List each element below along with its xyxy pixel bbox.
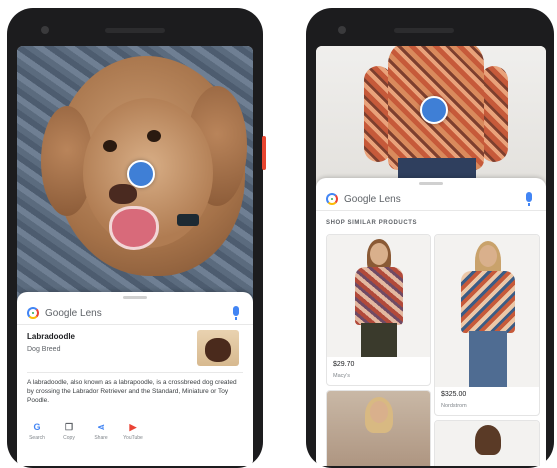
lens-header: Google Lens: [27, 304, 102, 322]
lens-screen-left: Google Lens Labradoodle Dog Breed A labr…: [17, 46, 253, 466]
camera-viewfinder-blouse[interactable]: [316, 46, 546, 186]
result-title[interactable]: Labradoodle: [27, 332, 75, 341]
phone-right: Google Lens SHOP SIMILAR PRODUCTS $29.70…: [306, 8, 554, 468]
lens-detection-dot[interactable]: [420, 96, 448, 124]
front-camera-icon: [41, 26, 49, 34]
google-lens-logo-icon: [326, 193, 338, 205]
action-share[interactable]: ⋖ Share: [91, 421, 111, 442]
action-label: YouTube: [123, 435, 143, 441]
thumbnail-dog-image: [205, 338, 231, 362]
action-copy[interactable]: ❐ Copy: [59, 421, 79, 442]
header-divider: [316, 210, 546, 211]
front-camera-icon: [338, 26, 346, 34]
product-card[interactable]: $325.00 Nordstrom: [434, 234, 540, 416]
model-head: [370, 401, 388, 423]
model-hair: [475, 425, 501, 455]
shop-similar-heading: SHOP SIMILAR PRODUCTS: [326, 220, 418, 226]
product-price: $325.00: [441, 391, 467, 398]
lens-app-title: Google Lens: [344, 193, 401, 205]
action-label: Search: [29, 435, 45, 441]
dog-nose: [109, 184, 137, 204]
shopping-bottom-sheet[interactable]: Google Lens SHOP SIMILAR PRODUCTS $29.70…: [316, 178, 546, 466]
product-card[interactable]: [434, 420, 540, 466]
lens-screen-right: Google Lens SHOP SIMILAR PRODUCTS $29.70…: [316, 46, 546, 466]
model-jeans: [469, 331, 507, 387]
model-blouse: [461, 271, 515, 333]
dog-eye-left: [103, 140, 117, 152]
lens-header: Google Lens: [326, 190, 401, 208]
lens-app-title: Google Lens: [45, 307, 102, 319]
google-lens-logo-icon: [27, 307, 39, 319]
action-search[interactable]: G Search: [27, 422, 47, 441]
earpiece-speaker: [105, 28, 165, 33]
result-thumbnail[interactable]: [197, 330, 239, 366]
action-label: Share: [94, 435, 108, 441]
result-subtitle: Dog Breed: [27, 346, 61, 353]
action-row: G Search ❐ Copy ⋖ Share ▶ YouTube: [27, 421, 143, 442]
product-image: [327, 235, 430, 357]
model-head: [370, 243, 388, 265]
product-image: [327, 391, 430, 466]
google-g-icon: G: [33, 422, 41, 432]
product-card[interactable]: [326, 390, 431, 466]
action-label: Copy: [63, 435, 75, 441]
dog-collar: [177, 214, 199, 226]
phone-left: Google Lens Labradoodle Dog Breed A labr…: [7, 8, 266, 468]
product-image: [435, 235, 539, 387]
power-button: [262, 136, 266, 170]
dog-eye-right: [147, 130, 161, 142]
earpiece-speaker: [394, 28, 454, 33]
dog-tongue: [109, 206, 159, 250]
model-blouse: [355, 267, 403, 325]
product-price: $29.70: [333, 361, 355, 368]
model-head: [479, 245, 497, 267]
action-youtube[interactable]: ▶ YouTube: [123, 421, 143, 442]
result-divider: [27, 372, 243, 373]
sheet-drag-handle[interactable]: [123, 296, 147, 299]
model-pants: [361, 323, 397, 357]
youtube-icon: ▶: [129, 421, 137, 432]
product-store: Macy's: [333, 373, 350, 379]
blouse-sleeve-right: [480, 66, 508, 162]
result-bottom-sheet[interactable]: Google Lens Labradoodle Dog Breed A labr…: [17, 292, 253, 466]
microphone-icon[interactable]: [526, 192, 532, 206]
product-store: Nordstrom: [441, 403, 467, 409]
camera-viewfinder-dog[interactable]: [17, 46, 253, 306]
header-divider: [17, 324, 253, 325]
product-image: [435, 421, 539, 466]
lens-detection-dot[interactable]: [127, 160, 155, 188]
result-description: A labradoodle, also known as a labrapood…: [27, 379, 237, 404]
product-card[interactable]: $29.70 Macy's: [326, 234, 431, 386]
copy-icon: ❐: [64, 421, 74, 432]
microphone-icon[interactable]: [233, 306, 239, 320]
sheet-drag-handle[interactable]: [419, 182, 443, 185]
share-icon: ⋖: [97, 421, 105, 432]
